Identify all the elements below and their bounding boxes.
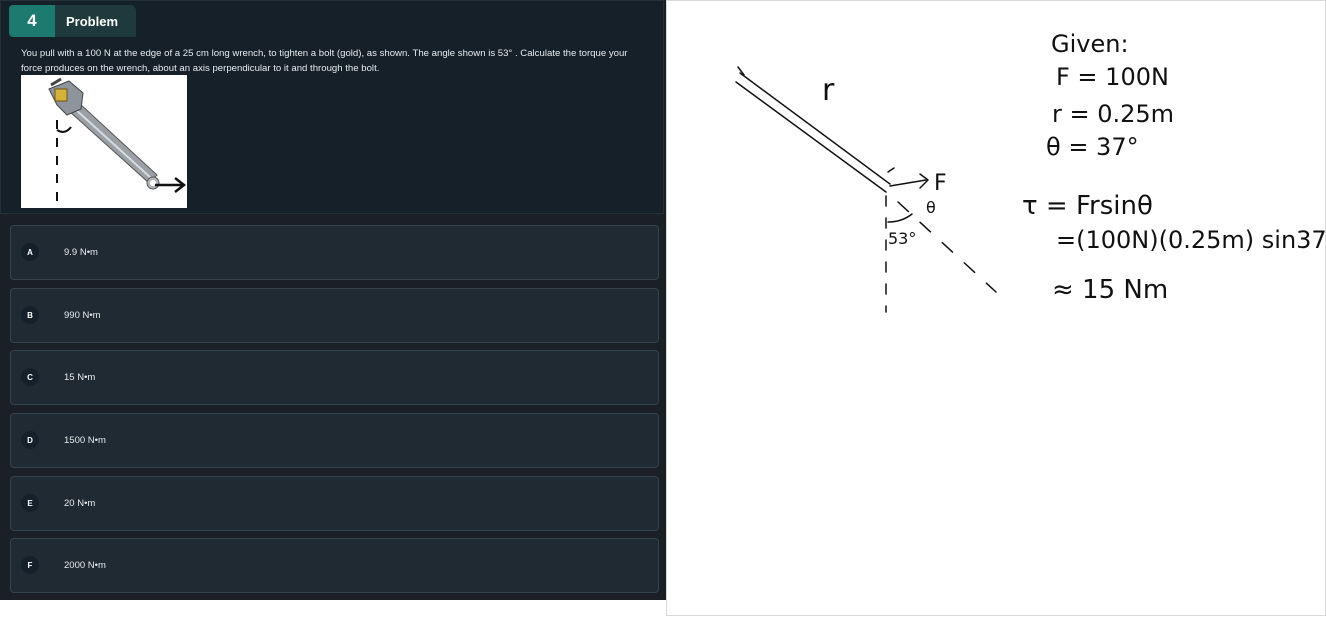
- torque-equation: τ = Frsinθ: [1022, 191, 1153, 221]
- choice-e[interactable]: E 20 N•m: [10, 476, 659, 531]
- wrench-line: [735, 81, 887, 193]
- choice-letter: C: [21, 368, 39, 386]
- problem-card: 4 Problem You pull with a 100 N at the e…: [0, 0, 664, 214]
- force-arrow: [889, 179, 927, 187]
- choice-letter: E: [21, 494, 39, 512]
- given-title: Given:: [1051, 30, 1129, 58]
- choice-a[interactable]: A 9.9 N•m: [10, 225, 659, 280]
- choice-answer: 9.9 N•m: [64, 247, 98, 258]
- choice-f[interactable]: F 2000 N•m: [10, 538, 659, 593]
- question-text: You pull with a 100 N at the edge of a 2…: [21, 48, 628, 74]
- angle-label: 53°: [888, 229, 916, 248]
- choice-b[interactable]: B 990 N•m: [10, 288, 659, 343]
- choice-answer: 2000 N•m: [64, 560, 106, 571]
- f-label: F: [934, 171, 947, 196]
- choice-answer: 20 N•m: [64, 498, 96, 509]
- choice-letter: A: [21, 243, 39, 261]
- torque-substitution: =(100N)(0.25m) sin37: [1056, 226, 1326, 254]
- problem-tab[interactable]: Problem: [55, 5, 136, 37]
- choice-answer: 990 N•m: [64, 310, 101, 321]
- choice-answer: 1500 N•m: [64, 435, 106, 446]
- problem-number-badge: 4: [9, 5, 55, 37]
- choice-c[interactable]: C 15 N•m: [10, 350, 659, 405]
- choice-letter: D: [21, 431, 39, 449]
- given-force: F = 100N: [1056, 63, 1169, 91]
- choice-d[interactable]: D 1500 N•m: [10, 413, 659, 468]
- r-label: r: [822, 73, 835, 108]
- wrench-end-tick: [887, 167, 895, 173]
- handwritten-notes: r F θ 53° Given: F = 100N r = 0.25m θ = …: [666, 0, 1326, 616]
- angle-arc: [887, 213, 913, 223]
- wrench-line: [739, 72, 891, 185]
- choice-answer: 15 N•m: [64, 372, 96, 383]
- torque-result: ≈ 15 Nm: [1052, 275, 1168, 305]
- given-radius: r = 0.25m: [1052, 100, 1174, 128]
- choice-letter: B: [21, 306, 39, 324]
- wrench-image: [21, 75, 187, 208]
- bottom-strip: [0, 600, 666, 616]
- quiz-panel: 4 Problem You pull with a 100 N at the e…: [0, 0, 666, 600]
- given-theta: θ = 37°: [1046, 133, 1139, 161]
- theta-label: θ: [926, 198, 936, 217]
- choice-letter: F: [21, 556, 39, 574]
